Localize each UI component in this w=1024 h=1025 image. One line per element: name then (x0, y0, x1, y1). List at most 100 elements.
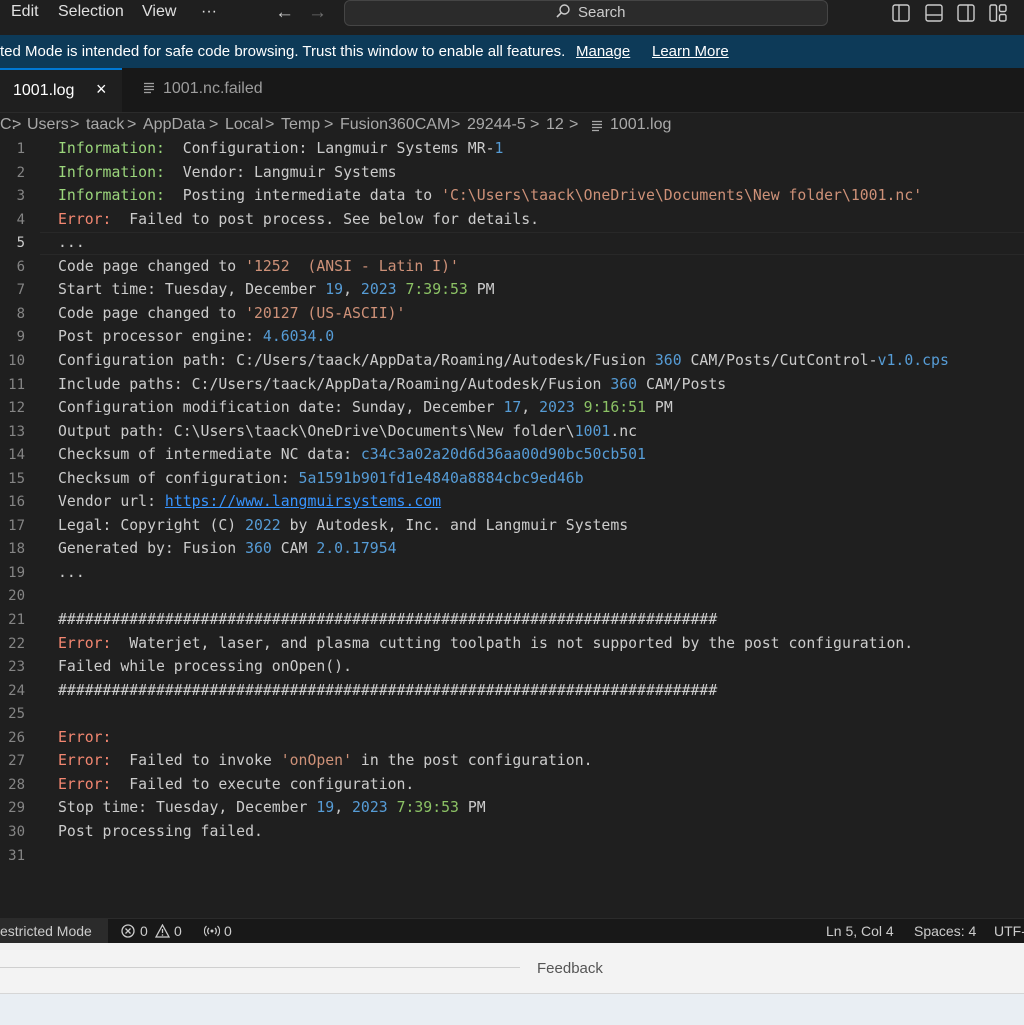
breadcrumb-item[interactable]: 1001.log (610, 116, 671, 134)
code-token: Error: (58, 752, 112, 770)
code-token: Failed to post process. See below for de… (111, 210, 540, 228)
breadcrumb-item[interactable]: taack (86, 116, 124, 134)
error-count[interactable]: 0 (140, 923, 148, 939)
breadcrumb-item[interactable]: 29244-5 (467, 116, 526, 134)
learn-more-link[interactable]: Learn More (652, 43, 729, 60)
code-line[interactable]: Information: Posting intermediate data t… (58, 187, 922, 204)
current-line-highlight (40, 232, 1024, 256)
ports-count[interactable]: 0 (224, 923, 232, 939)
code-token: 7:39:53 (387, 799, 459, 817)
toggle-primary-sidebar-icon[interactable] (892, 4, 910, 22)
code-line[interactable]: Legal: Copyright (C) 2022 by Autodesk, I… (58, 517, 628, 534)
url-link[interactable]: https://www.langmuirsystems.com (165, 493, 441, 510)
code-token: '20127 (US-ASCII)' (245, 304, 406, 322)
code-line[interactable]: Configuration path: C:/Users/taack/AppDa… (58, 352, 949, 369)
feedback-link[interactable]: Feedback (537, 960, 603, 977)
code-line[interactable]: Generated by: Fusion 360 CAM 2.0.17954 (58, 540, 397, 557)
warning-count[interactable]: 0 (174, 923, 182, 939)
code-token: 'C:\Users\taack\OneDrive\Documents\New f… (441, 187, 923, 205)
menu-edit[interactable]: Edit (11, 3, 39, 21)
code-line[interactable]: Start time: Tuesday, December 19, 2023 7… (58, 281, 495, 298)
code-line[interactable]: Code page changed to '1252 (ANSI - Latin… (58, 258, 459, 275)
code-line[interactable]: Post processor engine: 4.6034.0 (58, 328, 334, 345)
code-line[interactable]: Include paths: C:/Users/taack/AppData/Ro… (58, 376, 726, 393)
tab-1001-nc-failed[interactable]: 1001.nc.failed (122, 68, 290, 112)
code-line[interactable]: Checksum of intermediate NC data: c34c3a… (58, 446, 646, 463)
menu-selection[interactable]: Selection (58, 3, 124, 21)
code-token: Legal: Copyright (C) (58, 516, 246, 534)
code-line[interactable]: Code page changed to '20127 (US-ASCII)' (58, 305, 405, 322)
code-line[interactable]: Error: (58, 729, 111, 746)
code-token: by Autodesk, Inc. and Langmuir Systems (280, 516, 629, 534)
toggle-panel-icon[interactable] (925, 4, 943, 22)
line-number: 28 (8, 776, 25, 793)
feedback-panel: Feedback (0, 943, 1024, 1025)
breadcrumb-separator-icon: > (324, 116, 334, 133)
cursor-position[interactable]: Ln 5, Col 4 (826, 923, 894, 939)
code-editor[interactable]: 1 Information: Configuration: Langmuir Sy… (0, 138, 1024, 916)
code-token: Error: (58, 634, 112, 652)
code-line[interactable]: Error: Failed to invoke 'onOpen' in the … (58, 752, 593, 769)
breadcrumb-item[interactable]: AppData (143, 116, 205, 134)
line-number: 8 (16, 305, 25, 322)
breadcrumb-separator-icon: > (265, 116, 275, 133)
breadcrumb-separator-icon: > (209, 116, 219, 133)
code-token: PM (458, 799, 486, 817)
restricted-mode-indicator[interactable]: estricted Mode (0, 919, 108, 943)
code-line[interactable]: Vendor url: https://www.langmuirsystems.… (58, 493, 441, 510)
code-line[interactable]: ... (58, 234, 85, 251)
breadcrumb-item[interactable]: 12 (546, 116, 564, 134)
code-line[interactable]: Output path: C:\Users\taack\OneDrive\Doc… (58, 423, 637, 440)
breadcrumb-separator-icon: > (127, 116, 137, 133)
code-token: ########################################… (58, 681, 718, 699)
toggle-secondary-sidebar-icon[interactable] (957, 4, 975, 22)
code-line[interactable]: Checksum of configuration: 5a1591b901fd1… (58, 470, 584, 487)
code-line[interactable]: ########################################… (58, 682, 717, 699)
breadcrumb-item[interactable]: Users (27, 116, 69, 134)
code-token: c34c3a02a20d6d36aa00d90bc50cb501 (360, 446, 646, 464)
forwarded-ports-icon[interactable] (204, 924, 220, 938)
back-arrow-icon[interactable]: ← (275, 2, 294, 24)
tab-label: 1001.log (13, 82, 75, 99)
code-line[interactable]: Information: Vendor: Langmuir Systems (58, 164, 397, 181)
breadcrumb-item[interactable]: Fusion360CAM (340, 116, 450, 134)
code-token: 9:16:51 (574, 399, 647, 417)
code-token: v1.0.cps (877, 351, 949, 369)
code-line[interactable]: Configuration modification date: Sunday,… (58, 399, 673, 416)
code-line[interactable]: Error: Failed to execute configuration. (58, 776, 414, 793)
code-token: Code page changed to (58, 257, 246, 275)
close-icon[interactable]: × (96, 79, 107, 100)
code-token: 19 (316, 799, 335, 817)
code-token: 360 (654, 351, 682, 369)
manage-link[interactable]: Manage (576, 43, 630, 60)
code-line[interactable]: Failed while processing onOpen(). (58, 658, 352, 675)
code-line[interactable]: Post processing failed. (58, 823, 263, 840)
code-line[interactable]: ... (58, 564, 85, 581)
menu-more[interactable]: ··· (201, 3, 217, 21)
encoding-setting[interactable]: UTF- (994, 923, 1024, 939)
breadcrumb-separator-icon: > (569, 116, 579, 133)
indentation-setting[interactable]: Spaces: 4 (914, 923, 976, 939)
menu-view[interactable]: View (142, 3, 176, 21)
line-number: 12 (8, 400, 25, 417)
line-number: 19 (8, 564, 25, 581)
forward-arrow-icon[interactable]: → (308, 2, 327, 24)
line-number: 3 (16, 188, 25, 205)
code-line[interactable]: Stop time: Tuesday, December 19, 2023 7:… (58, 799, 486, 816)
customize-layout-icon[interactable] (989, 4, 1007, 22)
code-line[interactable]: ########################################… (58, 611, 717, 628)
breadcrumb-item[interactable]: Temp (281, 116, 320, 134)
title-bar: Edit Selection View ··· ← → Search (0, 0, 1024, 35)
code-token: Checksum of intermediate NC data: (58, 446, 361, 464)
line-number: 1 (16, 141, 25, 157)
line-number: 10 (8, 352, 25, 369)
tab-1001-log[interactable]: 1001.log × (0, 68, 122, 112)
error-icon[interactable] (121, 924, 135, 938)
code-token: , (343, 281, 361, 299)
breadcrumb-item[interactable]: Local (225, 116, 263, 134)
code-line[interactable]: Information: Configuration: Langmuir Sys… (58, 140, 503, 157)
code-line[interactable]: Error: Failed to post process. See below… (58, 211, 539, 228)
code-line[interactable]: Error: Waterjet, laser, and plasma cutti… (58, 635, 913, 652)
command-center-search[interactable]: Search (344, 0, 828, 26)
warning-icon[interactable] (155, 924, 170, 938)
